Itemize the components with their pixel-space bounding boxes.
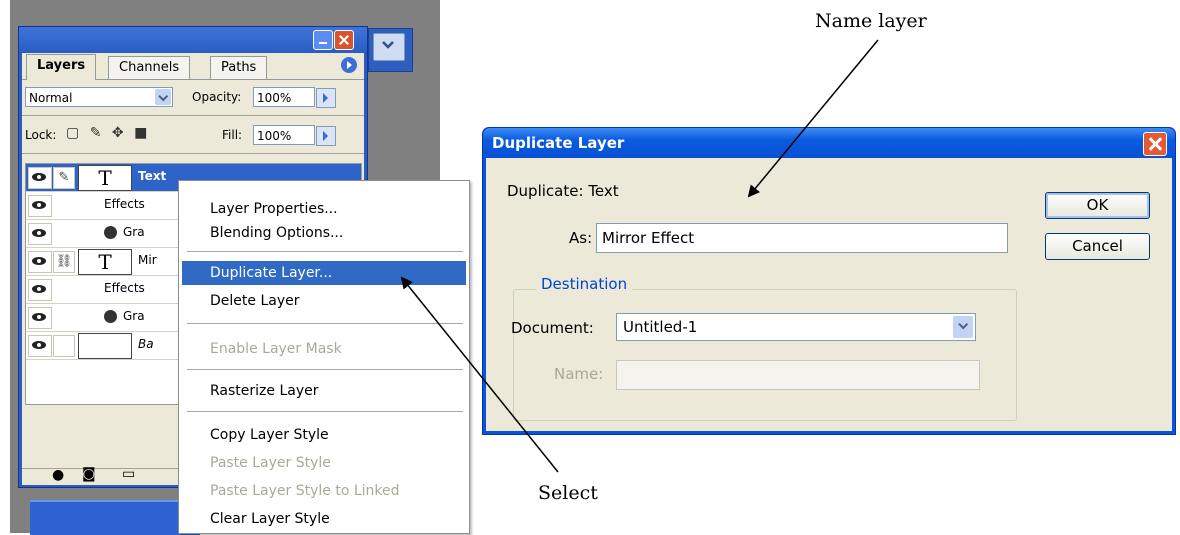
arrow-to-duplicate-layer	[400, 276, 559, 473]
arrow-to-as-field	[747, 39, 879, 198]
annotation-arrows	[400, 39, 879, 473]
tab-layers[interactable]: Layers	[26, 54, 97, 80]
